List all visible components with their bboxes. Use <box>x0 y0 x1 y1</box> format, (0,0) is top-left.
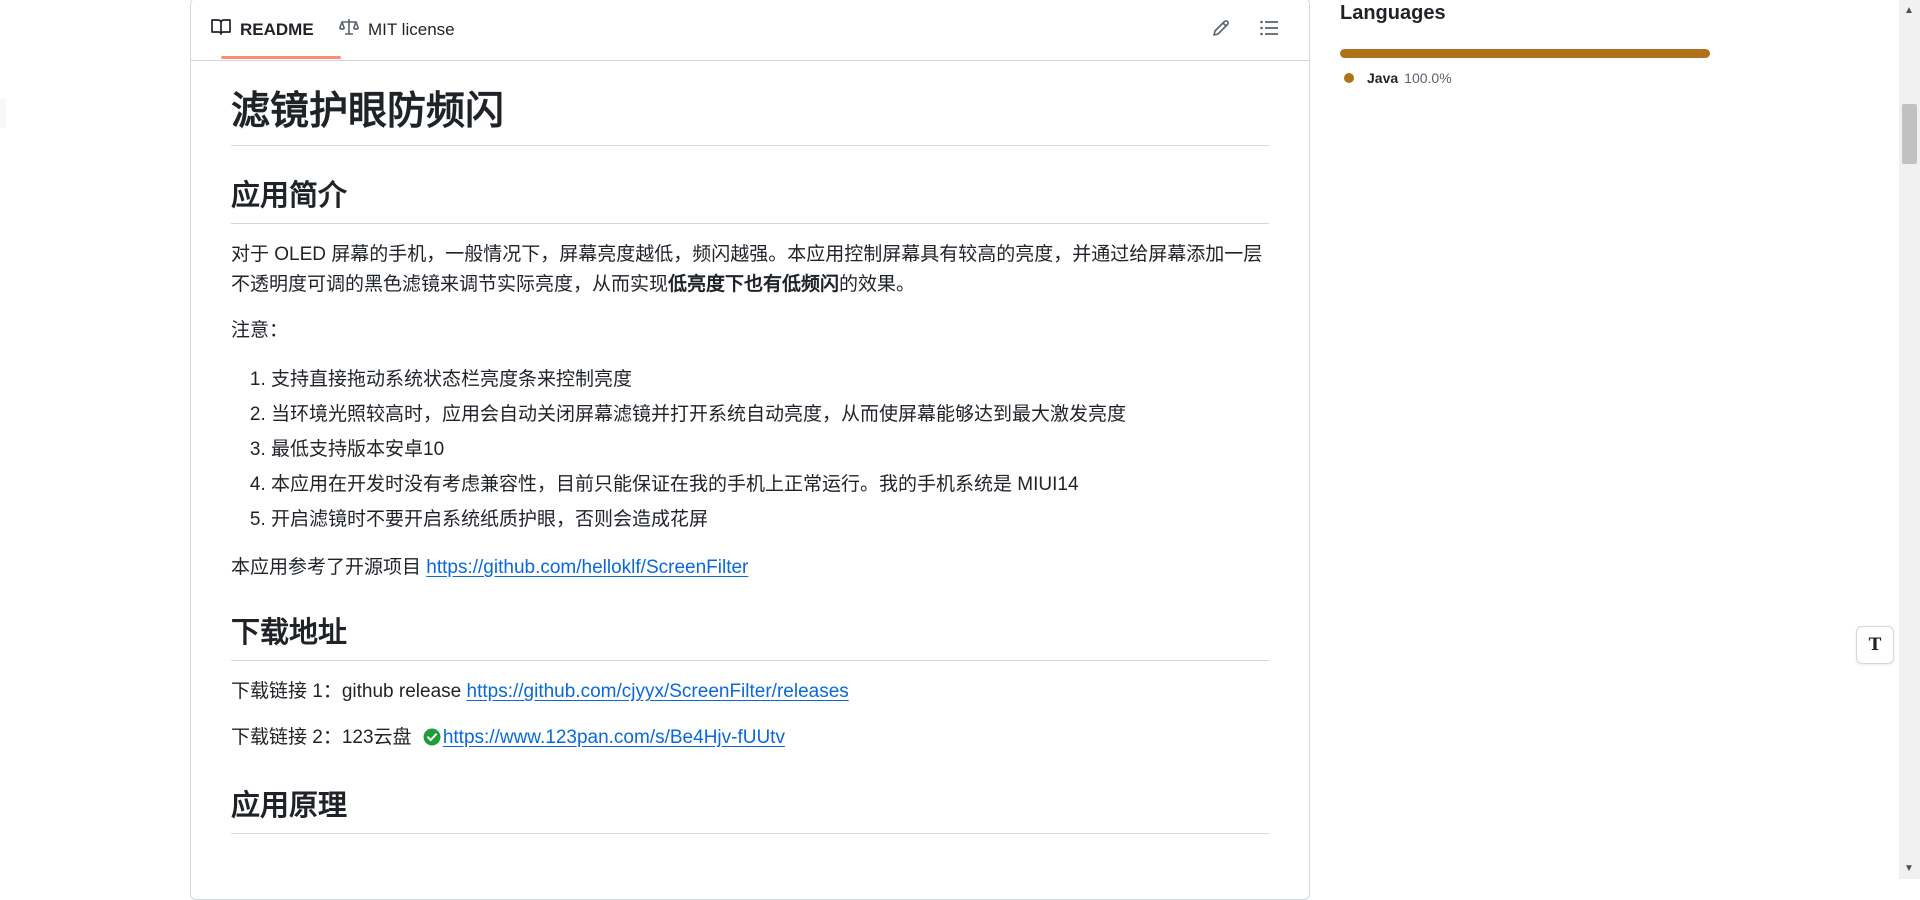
readme-container: README MIT license 滤镜护眼防频闪 应用简介 对于 OLED … <box>190 0 1310 900</box>
language-name: Java <box>1367 70 1399 86</box>
download1-text: 下载链接 1：github release <box>231 681 467 702</box>
reference-text: 本应用参考了开源项目 <box>231 557 427 578</box>
languages-title: Languages <box>1340 2 1446 24</box>
download1-link[interactable]: https://github.com/cjyyx/ScreenFilter/re… <box>467 681 849 702</box>
tab-readme-label: README <box>240 19 314 39</box>
intro-heading: 应用简介 <box>231 176 1269 224</box>
list-item: 本应用在开发时没有考虑兼容性，目前只能保证在我的手机上正常运行。我的手机系统是 … <box>271 467 1269 502</box>
download2-link[interactable]: https://www.123pan.com/s/Be4Hjv-fUUtv <box>443 727 785 748</box>
intro-paragraph: 对于 OLED 屏幕的手机，一般情况下，屏幕亮度越低，频闪越强。本应用控制屏幕具… <box>231 240 1269 300</box>
list-item: 最低支持版本安卓10 <box>271 432 1269 467</box>
reference-paragraph: 本应用参考了开源项目 https://github.com/helloklf/S… <box>231 553 1269 583</box>
check-circle-icon <box>423 726 441 756</box>
intro-bold: 低亮度下也有低频闪 <box>668 274 840 295</box>
language-color-dot <box>1344 73 1354 83</box>
scale-icon <box>339 18 368 41</box>
readme-header: README MIT license <box>191 0 1309 61</box>
note-label: 注意： <box>231 320 289 341</box>
language-percent: 100.0% <box>1404 70 1452 86</box>
list-icon <box>1259 19 1279 42</box>
notes-list: 支持直接拖动系统状态栏亮度条来控制亮度 当环境光照较高时，应用会自动关闭屏幕滤镜… <box>231 362 1269 537</box>
principle-heading: 应用原理 <box>231 786 1269 834</box>
download1-paragraph: 下载链接 1：github release https://github.com… <box>231 677 1269 707</box>
pencil-icon <box>1212 19 1230 42</box>
tab-license-label: MIT license <box>368 19 455 39</box>
reference-link[interactable]: https://github.com/helloklf/ScreenFilter <box>426 557 748 578</box>
edit-button[interactable] <box>1205 15 1237 45</box>
tab-readme[interactable]: README <box>211 0 341 60</box>
book-icon <box>211 18 240 41</box>
list-item: 开启滤镜时不要开启系统纸质护眼，否则会造成花屏 <box>271 502 1269 537</box>
download2-text: 下载链接 2：123云盘 <box>231 727 417 748</box>
readme-content: 滤镜护眼防频闪 应用简介 对于 OLED 屏幕的手机，一般情况下，屏幕亮度越低，… <box>231 61 1269 834</box>
intro-tail: 的效果。 <box>839 274 916 295</box>
download2-paragraph: 下载链接 2：123云盘 https://www.123pan.com/s/Be… <box>231 723 1269 756</box>
scroll-down-arrow[interactable]: ▼ <box>1904 864 1914 874</box>
list-item: 当环境光照较高时，应用会自动关闭屏幕滤镜并打开系统自动亮度，从而使屏幕能够达到最… <box>271 397 1269 432</box>
text-format-icon: T <box>1868 635 1882 655</box>
outline-button[interactable] <box>1253 15 1285 45</box>
download-heading: 下载地址 <box>231 613 1269 661</box>
readme-title: 滤镜护眼防频闪 <box>231 87 1269 146</box>
scroll-up-arrow[interactable]: ▲ <box>1904 6 1914 16</box>
language-item-java[interactable]: Java 100.0% <box>1344 70 1452 86</box>
text-format-button[interactable]: T <box>1856 626 1894 664</box>
active-tab-underline <box>221 56 341 59</box>
left-edge-mark <box>0 98 6 128</box>
list-item: 支持直接拖动系统状态栏亮度条来控制亮度 <box>271 362 1269 397</box>
scroll-thumb[interactable] <box>1902 104 1917 164</box>
language-bar <box>1340 49 1710 58</box>
tab-license[interactable]: MIT license <box>339 0 455 60</box>
